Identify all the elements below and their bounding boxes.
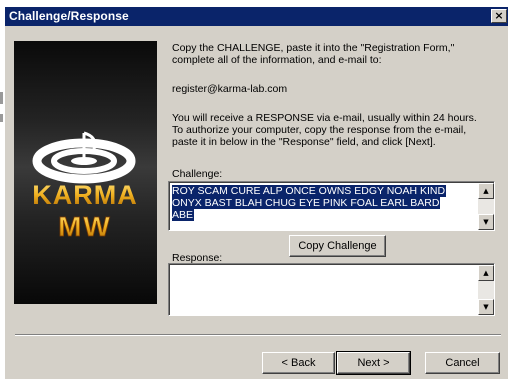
scroll-up-icon[interactable]: ▲ [478, 265, 494, 281]
instruction-line: To authorize your computer, copy the res… [172, 124, 467, 136]
desktop-fragment [0, 92, 3, 104]
instruction-line: complete all of the information, and e-m… [172, 54, 382, 66]
challenge-label: Challenge: [172, 168, 223, 180]
instruction-line: You will receive a RESPONSE via e-mail, … [172, 112, 477, 124]
close-icon: × [494, 9, 504, 22]
desktop-fragment [0, 114, 3, 122]
response-scrollbar[interactable]: ▲ ▼ [478, 265, 494, 315]
copy-challenge-button[interactable]: Copy Challenge [289, 235, 386, 257]
instruction-line: Copy the CHALLENGE, paste it into the "R… [172, 42, 455, 54]
karma-logo-panel: KARMA MW [14, 41, 157, 304]
challenge-field[interactable]: ROY SCAM CURE ALP ONCE OWNS EDGY NOAH KI… [168, 181, 495, 231]
challenge-scrollbar[interactable]: ▲ ▼ [478, 183, 494, 230]
scroll-down-icon[interactable]: ▼ [478, 214, 494, 230]
response-field[interactable]: ▲ ▼ [168, 263, 495, 316]
disc-icon [32, 131, 136, 184]
cancel-button[interactable]: Cancel [425, 352, 500, 374]
window-title: Challenge/Response [9, 9, 129, 23]
next-button[interactable]: Next > [336, 351, 411, 375]
title-bar[interactable]: Challenge/Response × [5, 7, 508, 26]
brand-bottom: MW [58, 211, 112, 242]
scroll-up-icon[interactable]: ▲ [478, 183, 494, 199]
back-button[interactable]: < Back [262, 352, 335, 374]
scroll-down-icon[interactable]: ▼ [478, 299, 494, 315]
brand-top: KARMA [32, 180, 138, 210]
challenge-response-dialog: Challenge/Response × KARMA MW Copy the C… [4, 6, 508, 379]
challenge-line: ABE [172, 209, 195, 221]
karma-logo-art: KARMA MW [32, 131, 138, 242]
challenge-line: ROY SCAM CURE ALP ONCE OWNS EDGY NOAH KI… [172, 185, 447, 197]
challenge-line: ONYX BAST BLAH CHUG EYE PINK FOAL EARL B… [172, 197, 441, 209]
separator [15, 334, 501, 336]
register-email: register@karma-lab.com [172, 83, 288, 95]
instruction-line: paste it in below in the "Response" fiel… [172, 136, 436, 148]
close-button[interactable]: × [491, 9, 507, 23]
